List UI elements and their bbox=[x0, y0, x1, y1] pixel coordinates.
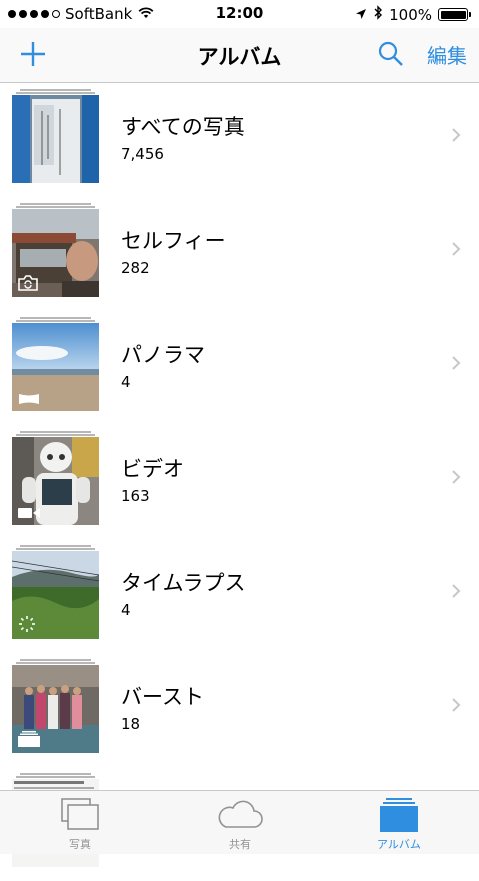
page-title: アルバム bbox=[197, 45, 282, 69]
burst-icon bbox=[18, 731, 40, 747]
battery-icon bbox=[438, 8, 468, 21]
selfie-camera-icon bbox=[18, 275, 38, 291]
album-name: パノラマ bbox=[121, 343, 205, 367]
album-count: 4 bbox=[121, 601, 131, 619]
cloud-icon bbox=[180, 798, 300, 830]
video-camera-icon bbox=[18, 507, 40, 519]
album-name: タイムラプス bbox=[121, 571, 246, 595]
album-thumbnail bbox=[12, 659, 99, 753]
album-count: 4 bbox=[121, 373, 131, 391]
album-name: セルフィー bbox=[121, 229, 226, 253]
album-thumbnail bbox=[12, 203, 99, 297]
album-thumbnail bbox=[12, 317, 99, 411]
bluetooth-icon bbox=[373, 5, 383, 24]
album-count: 163 bbox=[121, 487, 150, 505]
albums-icon bbox=[339, 798, 459, 832]
chevron-right-icon bbox=[451, 355, 461, 375]
navigation-bar: アルバム 編集 bbox=[0, 28, 479, 83]
timelapse-icon bbox=[18, 615, 36, 633]
status-bar: SoftBank 12:00 100% bbox=[0, 0, 479, 28]
album-row-burst[interactable]: バースト 18 bbox=[0, 653, 479, 767]
chevron-right-icon bbox=[451, 469, 461, 489]
album-row-selfie[interactable]: セルフィー 282 bbox=[0, 197, 479, 311]
tab-label: 写真 bbox=[69, 838, 91, 851]
album-name: すべての写真 bbox=[121, 115, 245, 139]
album-row-panorama[interactable]: パノラマ 4 bbox=[0, 311, 479, 425]
album-row-timelapse[interactable]: タイムラプス 4 bbox=[0, 539, 479, 653]
tab-bar: 写真 共有 アルバム bbox=[0, 790, 479, 854]
plus-icon[interactable] bbox=[18, 39, 48, 69]
chevron-right-icon bbox=[451, 583, 461, 603]
battery-percent: 100% bbox=[389, 5, 432, 24]
chevron-right-icon bbox=[451, 127, 461, 147]
album-thumbnail bbox=[12, 545, 99, 639]
search-icon[interactable] bbox=[377, 40, 405, 68]
album-row-all-photos[interactable]: すべての写真 7,456 bbox=[0, 83, 479, 197]
panorama-icon bbox=[18, 393, 40, 405]
album-count: 282 bbox=[121, 259, 150, 277]
tab-label: アルバム bbox=[377, 838, 421, 851]
album-name: バースト bbox=[121, 685, 204, 709]
album-count: 7,456 bbox=[121, 145, 164, 163]
album-thumbnail bbox=[12, 431, 99, 525]
edit-button[interactable]: 編集 bbox=[427, 40, 467, 69]
tab-albums[interactable]: アルバム bbox=[339, 791, 459, 854]
status-right: 100% bbox=[355, 5, 471, 24]
chevron-right-icon bbox=[451, 241, 461, 261]
tab-photos[interactable]: 写真 bbox=[20, 791, 140, 854]
photos-icon bbox=[20, 798, 140, 830]
location-arrow-icon bbox=[355, 6, 367, 24]
album-thumbnail bbox=[12, 89, 99, 183]
tab-shared[interactable]: 共有 bbox=[180, 791, 300, 854]
tab-label: 共有 bbox=[229, 838, 251, 851]
album-name: ビデオ bbox=[121, 457, 184, 481]
album-row-video[interactable]: ビデオ 163 bbox=[0, 425, 479, 539]
album-count: 18 bbox=[121, 715, 141, 733]
chevron-right-icon bbox=[451, 697, 461, 717]
